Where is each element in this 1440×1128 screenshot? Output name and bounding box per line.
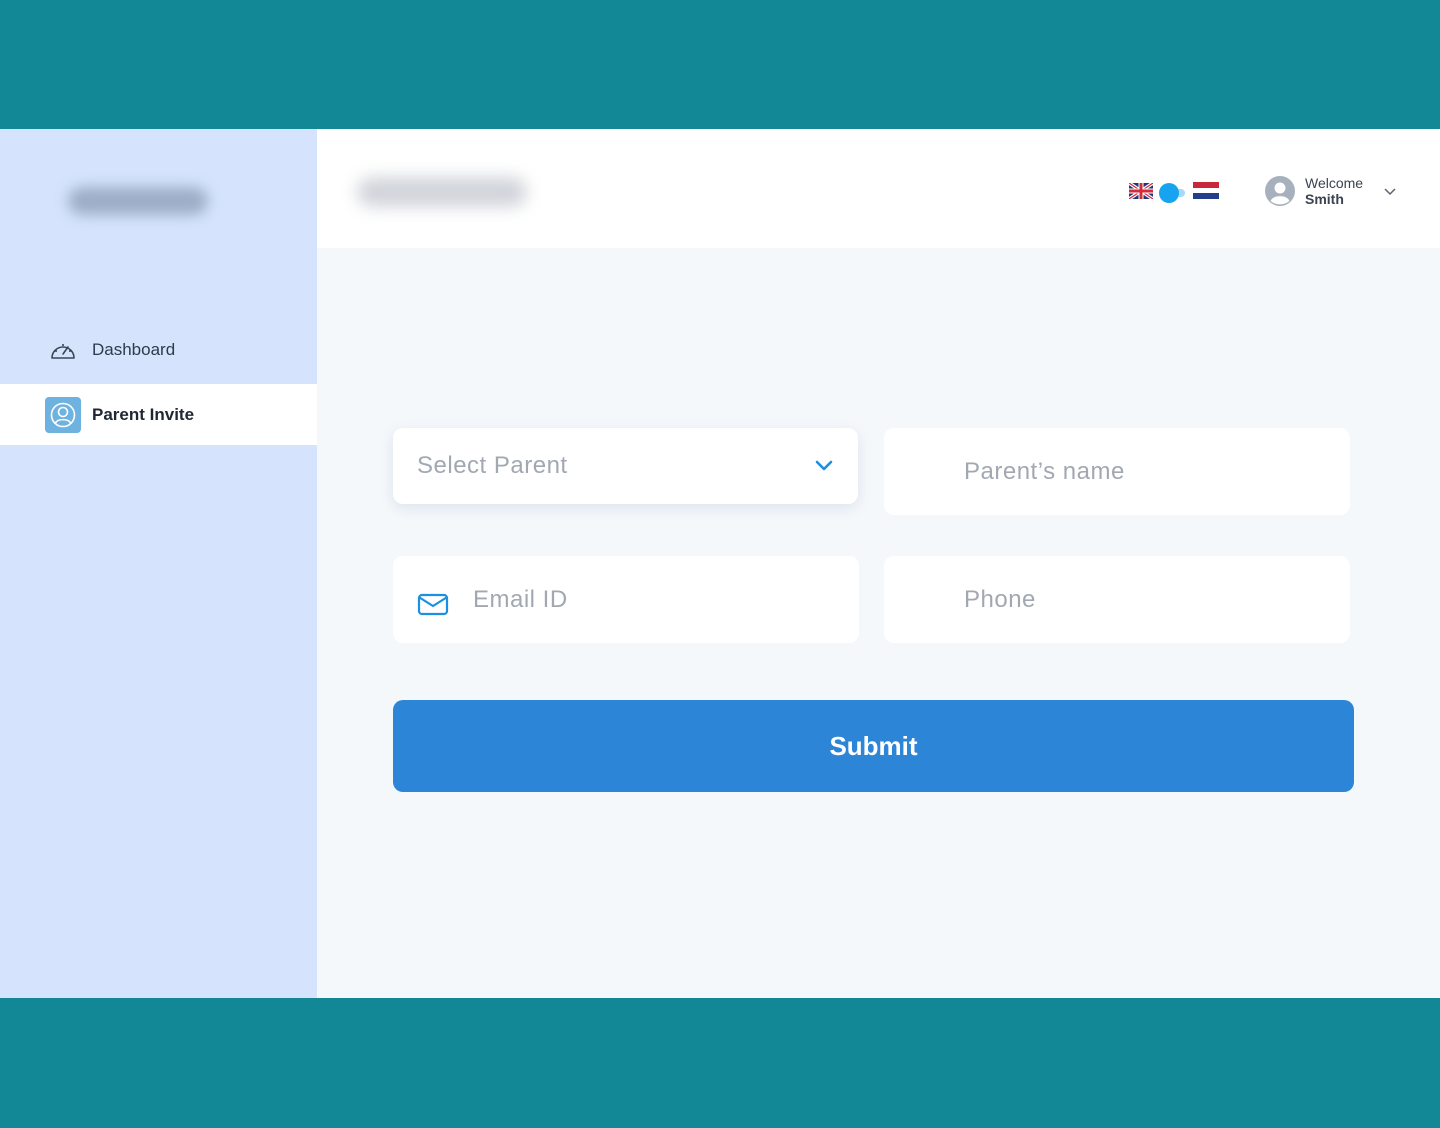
sidebar: Dashboard Parent Invite bbox=[0, 129, 317, 998]
main-content: Welcome Smith Select Parent Parent’s nam… bbox=[317, 129, 1440, 998]
uk-flag-icon bbox=[1128, 181, 1154, 204]
sidebar-item-parent-invite[interactable]: Parent Invite bbox=[0, 384, 317, 445]
sidebar-nav: Dashboard Parent Invite bbox=[0, 319, 317, 445]
select-parent-dropdown[interactable]: Select Parent bbox=[393, 428, 858, 504]
avatar-icon bbox=[1265, 176, 1295, 206]
email-field bbox=[393, 556, 859, 643]
phone-field bbox=[884, 556, 1350, 643]
user-menu[interactable]: Welcome Smith bbox=[1265, 175, 1397, 207]
email-input[interactable] bbox=[473, 585, 859, 614]
chevron-down-icon[interactable] bbox=[1383, 184, 1397, 198]
user-circle-icon bbox=[45, 396, 81, 433]
language-toggle[interactable] bbox=[1128, 181, 1219, 204]
phone-input[interactable] bbox=[964, 585, 1350, 614]
sidebar-item-label: Dashboard bbox=[92, 339, 176, 359]
parent-name-field bbox=[884, 428, 1350, 515]
speedometer-icon bbox=[45, 332, 81, 368]
page-title bbox=[357, 177, 527, 207]
top-header: Welcome Smith bbox=[317, 129, 1440, 248]
top-band bbox=[0, 0, 1440, 129]
user-greeting: Welcome Smith bbox=[1305, 175, 1363, 207]
language-switch[interactable] bbox=[1159, 183, 1187, 203]
sidebar-item-label: Parent Invite bbox=[92, 404, 195, 424]
mail-icon bbox=[417, 592, 449, 618]
app-logo bbox=[68, 187, 208, 215]
select-parent-placeholder: Select Parent bbox=[417, 452, 568, 479]
submit-button[interactable]: Submit bbox=[393, 700, 1354, 792]
bottom-band bbox=[0, 998, 1440, 1128]
app-window: Dashboard Parent Invite Welcome Smith Se… bbox=[0, 129, 1440, 998]
chevron-down-icon bbox=[814, 452, 834, 480]
parent-name-input[interactable] bbox=[964, 457, 1350, 486]
sidebar-item-dashboard[interactable]: Dashboard bbox=[0, 319, 317, 380]
welcome-text: Welcome bbox=[1305, 175, 1364, 191]
netherlands-flag-icon bbox=[1193, 182, 1219, 204]
user-name: Smith bbox=[1305, 191, 1344, 207]
